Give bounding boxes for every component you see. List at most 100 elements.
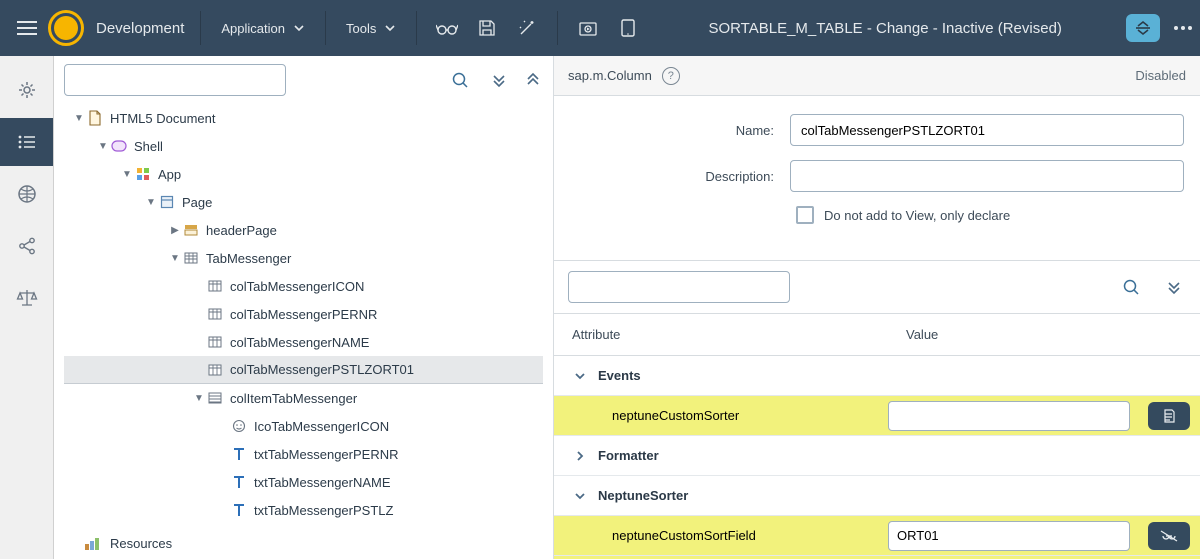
save-icon — [478, 19, 496, 37]
attr-value-input[interactable] — [888, 521, 1130, 551]
rail-outline[interactable] — [0, 118, 53, 166]
section-formatter[interactable]: Formatter — [554, 436, 1200, 476]
tree-search-input[interactable] — [64, 64, 286, 96]
shell-icon — [111, 140, 127, 152]
application-menu[interactable]: Application — [211, 15, 315, 42]
attr-label: neptuneCustomSorter — [612, 408, 739, 423]
section-neptune-sorter[interactable]: NeptuneSorter — [554, 476, 1200, 516]
attribute-search-input[interactable] — [568, 271, 790, 303]
tree-node-col-icon[interactable]: colTabMessengerICON — [64, 272, 543, 300]
sort-pill-button[interactable] — [1126, 14, 1160, 42]
breadcrumb: sap.m.Column ? Disabled — [554, 56, 1200, 96]
tree-node-col-pernr[interactable]: colTabMessengerPERNR — [64, 300, 543, 328]
tablet-icon — [620, 18, 636, 38]
run-icon — [578, 19, 598, 37]
tree-node-colitem[interactable]: ▼ colItemTabMessenger — [64, 384, 543, 412]
logo-icon — [48, 10, 84, 46]
row-neptune-custom-sorter: neptuneCustomSorter — [554, 396, 1200, 436]
row-icon — [208, 392, 222, 404]
chevron-double-up-icon — [523, 70, 543, 90]
text-icon — [233, 503, 245, 517]
help-button[interactable]: ? — [662, 67, 680, 85]
share-icon — [17, 236, 37, 256]
section-events[interactable]: Events — [554, 356, 1200, 396]
tree-node-document[interactable]: ▼ HTML5 Document — [64, 104, 543, 132]
column-icon — [208, 280, 222, 292]
run-in-window-button[interactable] — [568, 8, 608, 48]
search-icon — [451, 71, 469, 89]
section-label: Events — [598, 368, 641, 383]
disabled-status: Disabled — [1135, 68, 1186, 83]
edit-script-button[interactable] — [1148, 402, 1190, 430]
wand-button[interactable] — [507, 8, 547, 48]
attribute-expand-toggle[interactable] — [1162, 275, 1186, 299]
rail-settings[interactable] — [0, 66, 53, 114]
column-icon — [208, 308, 222, 320]
globe-icon — [17, 184, 37, 204]
hamburger-menu[interactable] — [8, 9, 46, 47]
tree-label: headerPage — [206, 223, 277, 238]
col-value: Value — [888, 327, 1138, 342]
resources-section[interactable]: Resources — [64, 529, 543, 559]
section-label: Formatter — [598, 448, 659, 463]
attr-value-input[interactable] — [888, 401, 1130, 431]
tree-node-page[interactable]: ▼ Page — [64, 188, 543, 216]
column-icon — [208, 364, 222, 376]
tablet-button[interactable] — [608, 8, 648, 48]
chevron-down-icon — [384, 22, 396, 34]
text-icon — [233, 475, 245, 489]
tree-node-tabmessenger[interactable]: ▼ TabMessenger — [64, 244, 543, 272]
table-header: Attribute Value — [554, 314, 1200, 356]
more-menu[interactable] — [1174, 26, 1192, 30]
tree-node-shell[interactable]: ▼ Shell — [64, 132, 543, 160]
tree-label: TabMessenger — [206, 251, 291, 266]
chevron-double-down-icon — [489, 70, 509, 90]
ui-tree: ▼ HTML5 Document ▼ Shell ▼ App ▼ Page ▶ — [64, 96, 543, 529]
preview-button[interactable] — [427, 8, 467, 48]
header-icon — [184, 224, 198, 236]
tree-node-item-txt-name[interactable]: txtTabMessengerNAME — [64, 468, 543, 496]
chevron-right-icon — [572, 449, 588, 463]
tree-label: App — [158, 167, 181, 182]
tree-node-item-ico[interactable]: IcoTabMessengerICON — [64, 412, 543, 440]
tree-label: txtTabMessengerPSTLZ — [254, 503, 393, 518]
tree-label: colTabMessengerICON — [230, 279, 364, 294]
chevron-double-down-icon — [1164, 277, 1184, 297]
resources-icon — [84, 535, 102, 551]
tree-node-item-txt-pstlz[interactable]: txtTabMessengerPSTLZ — [64, 496, 543, 524]
chevron-down-icon — [572, 489, 588, 503]
glasses-icon — [436, 20, 458, 36]
page-title: SORTABLE_M_TABLE - Change - Inactive (Re… — [648, 20, 1122, 37]
tree-label: txtTabMessengerPERNR — [254, 447, 399, 462]
declare-checkbox[interactable] — [796, 206, 814, 224]
attr-label: neptuneCustomSortField — [612, 528, 756, 543]
bind-button[interactable] — [1148, 522, 1190, 550]
attribute-table: Attribute Value Events neptuneCustomSort… — [554, 314, 1200, 559]
name-label: Name: — [570, 123, 790, 138]
expand-all-button[interactable] — [489, 70, 509, 90]
tree-node-col-name[interactable]: colTabMessengerNAME — [64, 328, 543, 356]
env-label: Development — [90, 20, 190, 37]
tree-label: HTML5 Document — [110, 111, 215, 126]
name-input[interactable] — [790, 114, 1184, 146]
collapse-all-button[interactable] — [523, 70, 543, 90]
rail-scales[interactable] — [0, 274, 53, 322]
smile-icon — [232, 419, 246, 433]
tools-menu[interactable]: Tools — [336, 15, 406, 42]
tree-label: colItemTabMessenger — [230, 391, 357, 406]
tree-label: Shell — [134, 139, 163, 154]
activity-rail — [0, 56, 54, 559]
tree-node-col-pstlz[interactable]: colTabMessengerPSTLZORT01 — [64, 356, 543, 384]
tree-label: Page — [182, 195, 212, 210]
document-icon — [88, 110, 102, 126]
save-button[interactable] — [467, 8, 507, 48]
tree-node-item-txt-pernr[interactable]: txtTabMessengerPERNR — [64, 440, 543, 468]
link-icon — [1160, 530, 1178, 542]
rail-share[interactable] — [0, 222, 53, 270]
tree-node-app[interactable]: ▼ App — [64, 160, 543, 188]
tree-node-headerpage[interactable]: ▶ headerPage — [64, 216, 543, 244]
tree-label: colTabMessengerPSTLZORT01 — [230, 362, 414, 377]
rail-globe[interactable] — [0, 170, 53, 218]
description-input[interactable] — [790, 160, 1184, 192]
list-icon — [17, 134, 37, 150]
